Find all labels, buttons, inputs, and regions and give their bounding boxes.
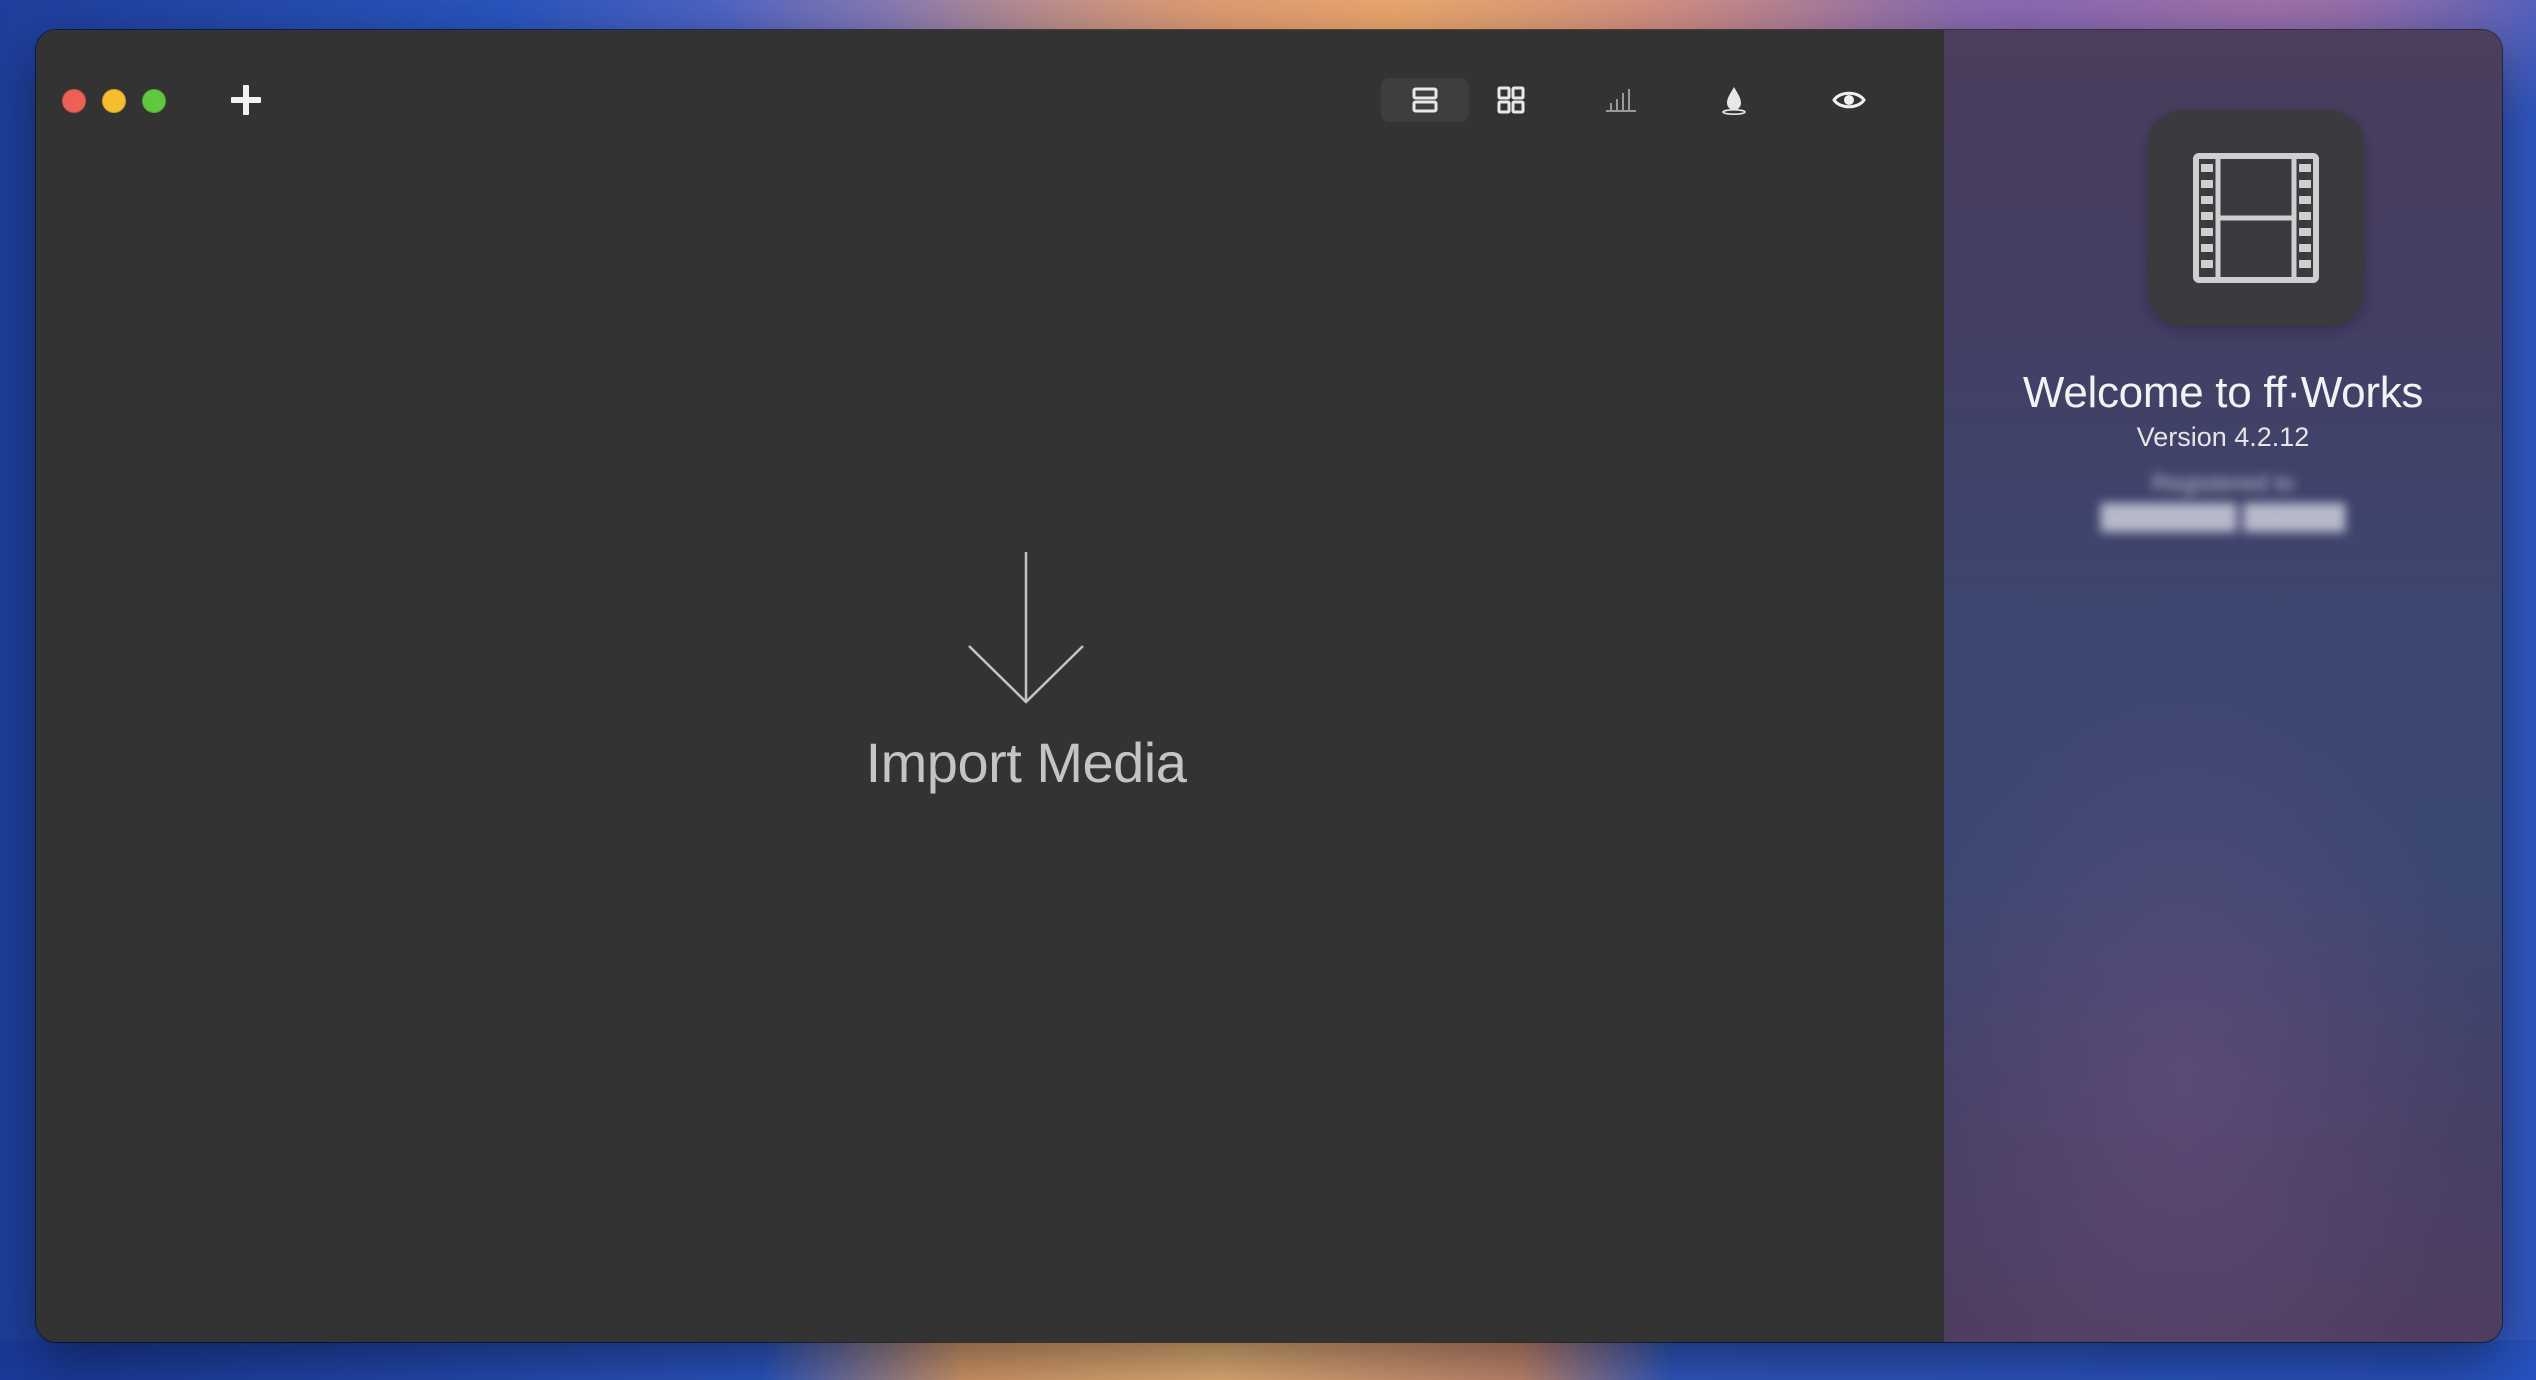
plus-icon <box>231 85 261 115</box>
list-view-button[interactable] <box>1381 78 1469 122</box>
eye-icon <box>1832 91 1866 109</box>
registered-name: ████████ ██████ <box>2100 504 2346 531</box>
main-pane: Import Media <box>36 30 1944 1342</box>
app-icon <box>2148 110 2364 326</box>
desktop-wallpaper <box>0 1340 2536 1380</box>
version-label: Version 4.2.12 <box>2136 422 2310 452</box>
list-view-icon <box>1412 87 1438 113</box>
import-media-dropzone[interactable]: Import Media <box>816 530 1236 810</box>
add-button[interactable] <box>226 80 266 120</box>
import-media-label: Import Media <box>865 731 1187 794</box>
registered-to-label: Registered to <box>2151 470 2295 497</box>
welcome-title: Welcome to ff·Works <box>2022 368 2424 417</box>
welcome-sidebar: Welcome to ff·Works Version 4.2.12 Regis… <box>1944 30 2502 1342</box>
preview-button[interactable] <box>1809 78 1889 122</box>
grid-view-icon <box>1497 86 1525 114</box>
close-button[interactable] <box>62 89 86 113</box>
color-button[interactable] <box>1694 78 1774 122</box>
minimize-button[interactable] <box>102 89 126 113</box>
audio-levels-button[interactable] <box>1581 78 1661 122</box>
arrow-down-icon <box>968 552 1084 704</box>
drop-icon <box>1722 87 1746 115</box>
zoom-button[interactable] <box>142 89 166 113</box>
app-window: Import Media Welcome to ff·Works Version… <box>36 30 2502 1342</box>
bar-chart-icon <box>1606 89 1636 112</box>
grid-view-button[interactable] <box>1471 78 1551 122</box>
film-strip-icon <box>2193 153 2319 283</box>
